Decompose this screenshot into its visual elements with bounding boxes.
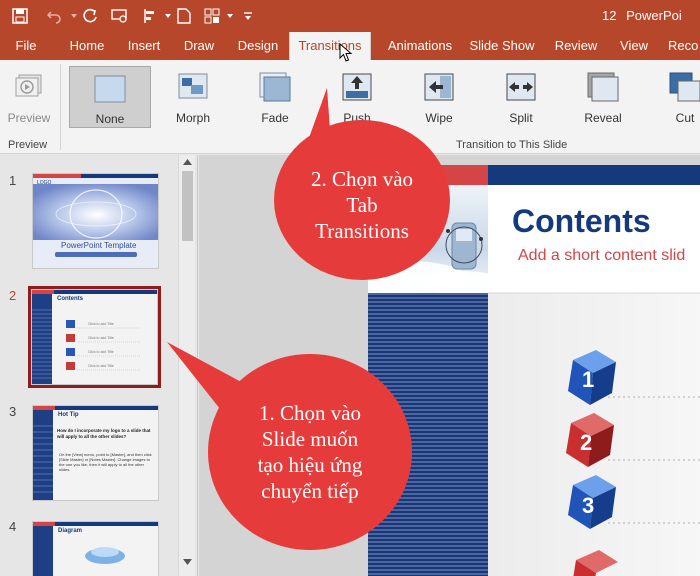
callout-line: chuyển tiếp xyxy=(261,479,359,503)
mouse-cursor-icon xyxy=(339,43,353,62)
callout-line: tạo hiệu ứng xyxy=(257,453,363,477)
callout-line: Slide muốn xyxy=(261,427,359,451)
callout-line: 1. Chọn vào xyxy=(258,401,362,425)
callout-line: 2. Chọn vào xyxy=(310,167,414,191)
callout-line: Transitions xyxy=(315,219,409,243)
callout-tab-text: 2. Chọn vào Tab Transitions xyxy=(280,166,444,244)
callout-slide-text: 1. Chọn vào Slide muốn tạo hiệu ứng chuy… xyxy=(214,400,406,504)
callout-line: Tab xyxy=(346,193,378,217)
